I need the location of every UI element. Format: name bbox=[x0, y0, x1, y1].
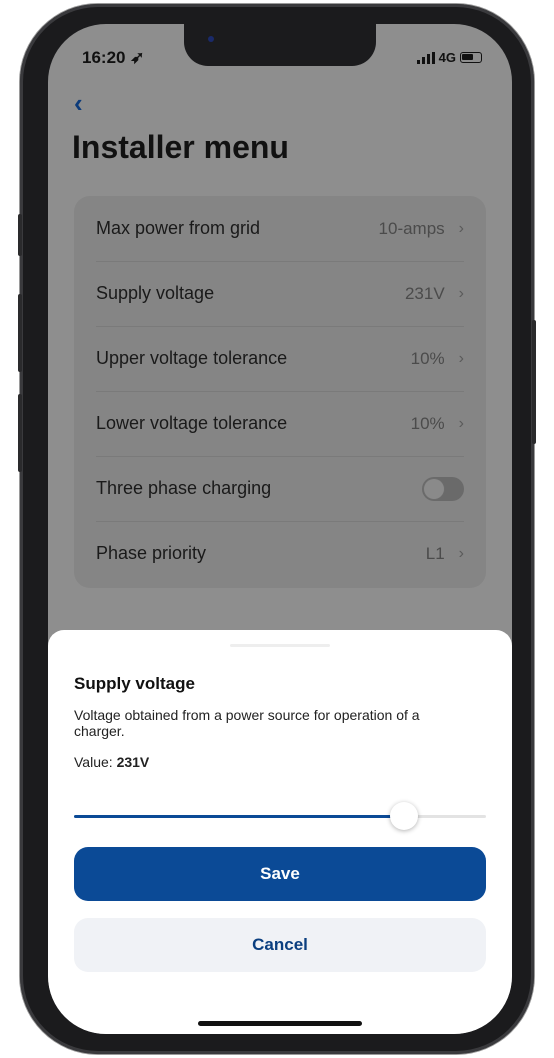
mute-switch bbox=[18, 214, 22, 256]
value-text: 10% bbox=[410, 348, 445, 368]
settings-row[interactable]: Phase priority L1 › bbox=[96, 521, 464, 586]
chevron-right-icon: › bbox=[458, 349, 464, 367]
location-arrow-icon: ➶ bbox=[130, 48, 145, 67]
save-button[interactable]: Save bbox=[74, 847, 486, 901]
settings-row-label: Upper voltage tolerance bbox=[96, 348, 288, 368]
status-indicators: 4G bbox=[416, 50, 482, 65]
settings-row-label: Lower voltage tolerance bbox=[96, 413, 288, 433]
network-label: 4G bbox=[438, 50, 456, 65]
settings-row-label: Three phase charging bbox=[96, 478, 272, 498]
voltage-slider[interactable] bbox=[74, 802, 486, 832]
value-text: 231V bbox=[404, 283, 445, 303]
page-title: Installer menu bbox=[72, 129, 289, 165]
status-time: 16:20 ➶ bbox=[82, 48, 144, 68]
settings-row[interactable]: Lower voltage tolerance 10% › bbox=[96, 391, 464, 457]
settings-row-value: 231V › bbox=[405, 284, 464, 304]
chevron-right-icon: › bbox=[458, 414, 464, 432]
settings-row-value: 10% › bbox=[411, 349, 464, 369]
settings-row[interactable]: Upper voltage tolerance 10% › bbox=[96, 326, 464, 392]
sheet-title: Supply voltage bbox=[74, 674, 195, 693]
chevron-right-icon: › bbox=[458, 284, 464, 302]
volume-down-button bbox=[18, 394, 22, 472]
slider-thumb[interactable] bbox=[389, 802, 418, 830]
camera-dot bbox=[208, 36, 214, 42]
settings-row[interactable]: Supply voltage 231V › bbox=[96, 261, 464, 327]
slider-fill bbox=[74, 815, 404, 818]
volume-up-button bbox=[18, 294, 22, 372]
value-label: Value: bbox=[74, 754, 113, 770]
value-text: 10% bbox=[410, 413, 445, 433]
sheet-value: Value: 231V bbox=[74, 754, 149, 770]
settings-row-label: Supply voltage bbox=[96, 283, 215, 303]
settings-row-value: L1 › bbox=[426, 544, 464, 564]
power-button bbox=[532, 320, 536, 444]
bottom-sheet: Supply voltage Voltage obtained from a p… bbox=[48, 630, 512, 1034]
toggle-switch[interactable] bbox=[422, 476, 464, 501]
settings-row-label: Max power from grid bbox=[96, 218, 261, 238]
settings-list: Max power from grid 10-amps › Supply voltag… bbox=[74, 196, 486, 588]
value-text: L1 bbox=[425, 543, 445, 563]
settings-row-value: 10% › bbox=[411, 414, 464, 434]
chevron-right-icon: › bbox=[458, 219, 464, 237]
settings-row-value: 10-amps › bbox=[379, 219, 464, 239]
value-text: 10-amps bbox=[378, 218, 445, 238]
battery-icon bbox=[460, 52, 482, 63]
screen: 16:20 ➶ 4G ‹ Installer menu Max power fr… bbox=[48, 24, 512, 1034]
time-text: 16:20 bbox=[82, 48, 126, 67]
sheet-description: Voltage obtained from a power source for… bbox=[74, 707, 420, 739]
settings-row[interactable]: Three phase charging bbox=[96, 456, 464, 522]
settings-row[interactable]: Max power from grid 10-amps › bbox=[96, 196, 464, 262]
sheet-handle[interactable] bbox=[230, 644, 330, 647]
value-text: 231V bbox=[116, 754, 150, 770]
chevron-right-icon: › bbox=[458, 544, 464, 562]
cancel-button[interactable]: Cancel bbox=[74, 918, 486, 972]
signal-icon bbox=[416, 51, 435, 64]
home-indicator[interactable] bbox=[198, 1021, 362, 1026]
back-chevron-icon[interactable]: ‹ bbox=[74, 88, 83, 119]
settings-row-label: Phase priority bbox=[96, 543, 207, 563]
status-bar: 16:20 ➶ 4G bbox=[48, 48, 512, 68]
